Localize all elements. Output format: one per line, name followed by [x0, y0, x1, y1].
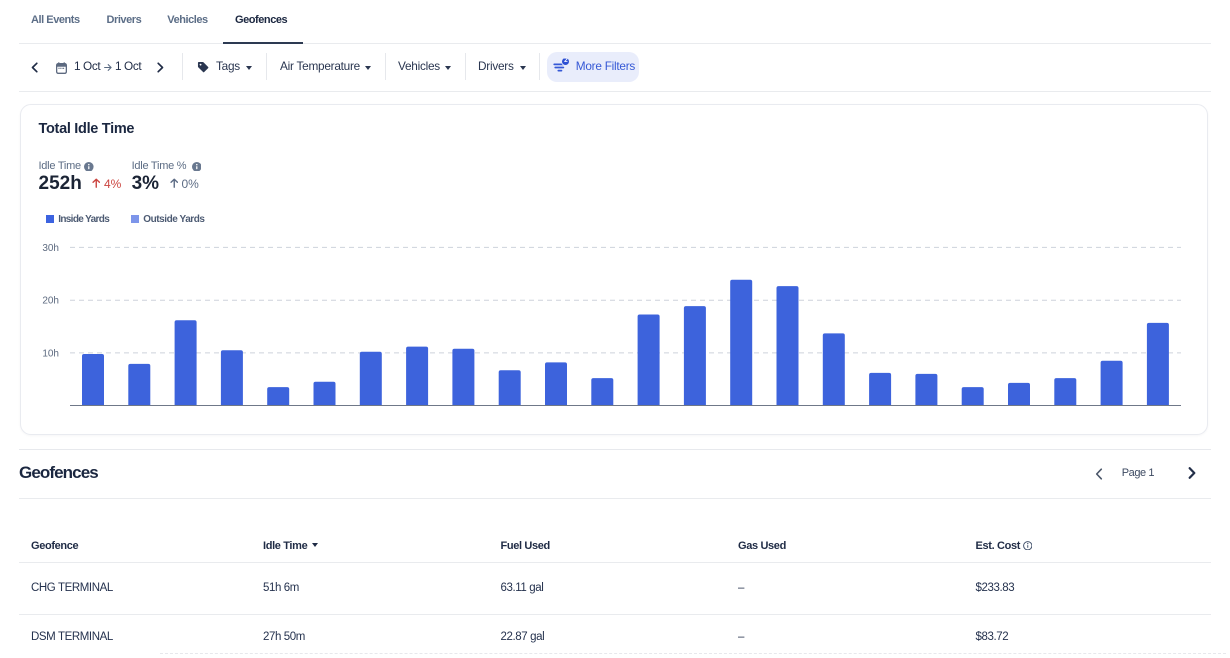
svg-text:30h: 30h: [42, 243, 59, 254]
svg-text:10h: 10h: [42, 348, 59, 359]
svg-text:20h: 20h: [42, 296, 59, 307]
